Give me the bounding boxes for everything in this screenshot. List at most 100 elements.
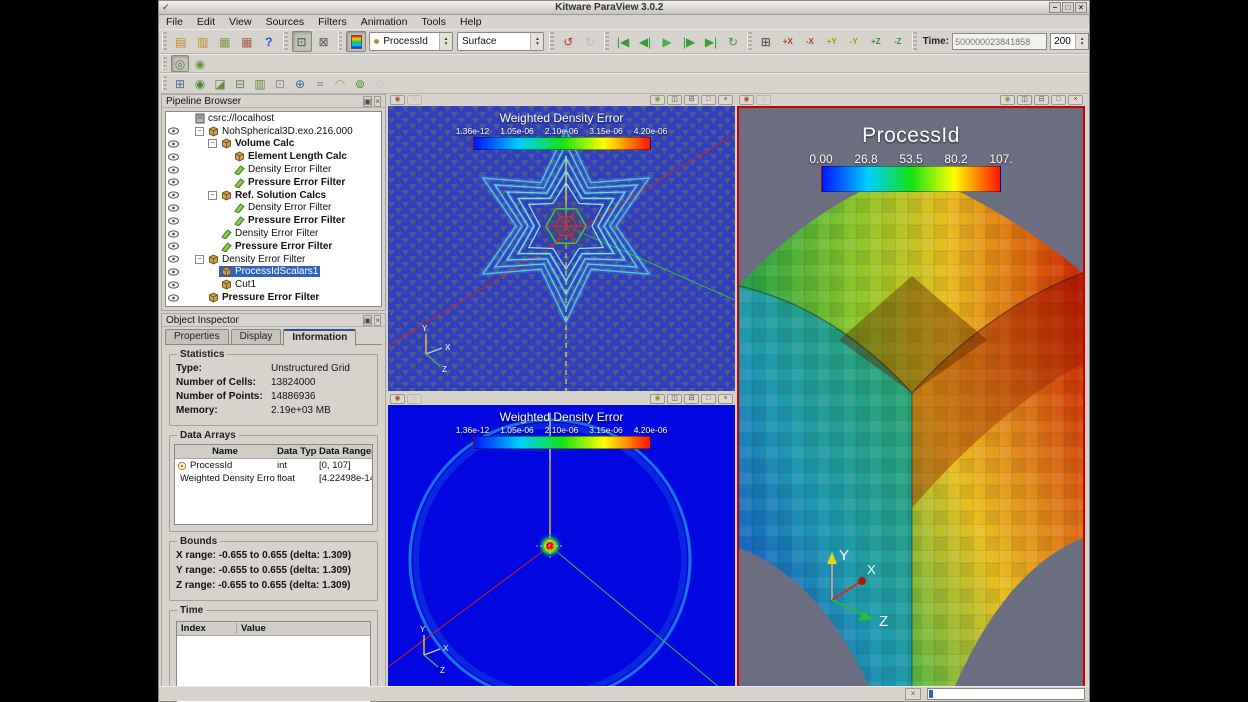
split-vertical-button[interactable]: ⊟ [684,95,699,105]
pipeline-item-main[interactable]: Ref. Solution Calcs [219,190,328,201]
eye-icon[interactable] [168,140,179,148]
tab-properties[interactable]: Properties [165,329,229,344]
menu-item-view[interactable]: View [222,16,259,29]
time-index-header[interactable]: Index [177,623,237,634]
pipeline-item-pressure-error-filter[interactable]: Pressure Error Filter [166,240,381,253]
eye-icon[interactable] [168,242,179,250]
visibility-cell[interactable] [166,281,180,289]
open-file-button[interactable]: ▤ [171,31,191,52]
toolbar-handle[interactable] [912,32,917,50]
visibility-cell[interactable] [166,191,180,199]
redo-button[interactable]: ↻ [580,31,600,52]
eye-icon[interactable] [168,217,179,225]
split-horizontal-button[interactable]: ◫ [1017,95,1032,105]
pipeline-item-density-error-filter[interactable]: −Density Error Filter [166,253,381,266]
select-cells-button[interactable]: ⊡ [292,31,312,52]
pipeline-item-main[interactable]: Pressure Error Filter [232,177,347,188]
split-horizontal-button[interactable]: ◫ [667,95,682,105]
data-arrays-table[interactable]: NameData TypeData RangesProcessIdint[0, … [174,444,373,525]
toolbar-handle[interactable] [162,76,167,91]
window-menu-icon[interactable]: ✓ [162,2,170,13]
camera-link-button[interactable]: ◎ [407,95,422,105]
toolbar-handle[interactable] [162,57,167,71]
close-dock-button[interactable]: × [374,96,381,107]
cancel-progress-button[interactable]: × [905,688,921,700]
color-legend-right[interactable]: ProcessId 0.0026.853.580.2107. [821,124,1001,192]
toolbar-handle[interactable] [604,32,609,50]
pick-center-button[interactable]: ◉ [191,55,209,72]
column-header-data-ranges[interactable]: Data Ranges [317,446,372,457]
window-maximize-button[interactable]: □ [1062,2,1074,13]
camera-link-button[interactable]: ◎ [407,394,422,404]
toolbar-handle[interactable] [747,32,752,50]
visibility-cell[interactable] [166,153,180,161]
tree-expander-icon[interactable]: − [195,255,204,264]
tree-expander-icon[interactable]: − [208,139,217,148]
eye-icon[interactable] [168,268,179,276]
maximize-view-button[interactable]: □ [701,95,716,105]
contour-filter-button[interactable]: ◉ [191,75,209,92]
frame-spinner-value[interactable] [1051,34,1075,49]
color-legend-bottom[interactable]: Weighted Density Error 1.36e-121.05e-062… [473,410,651,449]
maximize-view-button[interactable]: □ [1051,95,1066,105]
show-center-axes-button[interactable]: ◎ [171,55,189,72]
vcr-loop-button[interactable]: ↻ [723,31,743,52]
undock-button[interactable]: ▣ [363,96,373,107]
dropdown-arrows-icon[interactable]: ▴▾ [530,33,543,50]
visibility-cell[interactable] [166,166,180,174]
camera-button[interactable]: ◉ [1000,95,1015,105]
load-state-button[interactable]: ▥ [193,31,213,52]
data-array-row-weighted-density-error[interactable]: Weighted Density Errorfloat[4.22498e-14,… [175,472,372,485]
toolbar-handle[interactable] [338,32,343,50]
spinner-arrows-icon[interactable]: ▴▾ [1075,34,1088,49]
dropdown-arrows-icon[interactable]: ▴▾ [439,33,452,50]
menu-item-animation[interactable]: Animation [354,16,415,29]
time-value-field[interactable] [952,33,1047,50]
pipeline-item-density-error-filter[interactable]: Density Error Filter [166,227,381,240]
eye-icon[interactable] [168,281,179,289]
extract-subset-filter-button[interactable]: ⊡ [271,75,289,92]
pipeline-item-pressure-error-filter[interactable]: Pressure Error Filter [166,214,381,227]
pipeline-item-processidscalars1[interactable]: ProcessIdScalars1 [166,266,381,279]
menu-item-file[interactable]: File [159,16,190,29]
pipeline-item-main[interactable]: csrc://localhost [193,113,276,124]
color-by-dropdown[interactable]: ProcessId▴▾ [369,32,453,51]
pipeline-item-pressure-error-filter[interactable]: Pressure Error Filter [166,291,381,304]
pipeline-item-csrc-localhost[interactable]: csrc://localhost [166,112,381,125]
representation-dropdown[interactable]: Surface▴▾ [457,32,544,51]
camera-button[interactable]: ◉ [650,394,665,404]
pipeline-browser-titlebar[interactable]: Pipeline Browser ▣× [162,95,385,108]
visibility-cell[interactable] [166,217,180,225]
camera-plus-x-button[interactable]: +X [778,31,798,52]
eye-icon[interactable] [168,294,179,302]
split-vertical-button[interactable]: ⊟ [684,394,699,404]
tree-expander-icon[interactable]: − [195,127,204,136]
pipeline-item-volume-calc[interactable]: −Volume Calc [166,138,381,151]
render-view-top-viewport[interactable]: Y X Z Weighted Density Error 1.36e-121.0… [388,106,735,391]
pipeline-item-main[interactable]: Density Error Filter [232,202,333,213]
column-header-name[interactable]: Name [175,446,275,457]
undock-button[interactable]: ▣ [363,315,373,326]
menu-item-sources[interactable]: Sources [259,16,312,29]
toolbar-handle[interactable] [283,32,288,50]
menu-item-filters[interactable]: Filters [311,16,354,29]
visibility-cell[interactable] [166,255,180,263]
visibility-cell[interactable] [166,294,180,302]
glyph-filter-button[interactable]: ⊕ [291,75,309,92]
eye-icon[interactable] [168,153,179,161]
camera-minus-z-button[interactable]: -Z [888,31,908,52]
close-view-button[interactable]: × [718,394,733,404]
visibility-cell[interactable] [166,204,180,212]
column-header-data-type[interactable]: Data Type [275,446,317,457]
camera-plus-y-button[interactable]: +Y [822,31,842,52]
vcr-play-button[interactable]: ▶ [657,31,677,52]
slice-filter-button[interactable]: ⊟ [231,75,249,92]
calculator-filter-button[interactable]: ⊞ [171,75,189,92]
visibility-cell[interactable] [166,127,180,135]
undo-button[interactable]: ↺ [558,31,578,52]
camera-minus-y-button[interactable]: -Y [844,31,864,52]
pipeline-item-main[interactable]: Density Error Filter [232,164,333,175]
pipeline-item-main[interactable]: Density Error Filter [206,254,307,265]
interaction-mode-button[interactable]: ◉ [390,95,405,105]
camera-button[interactable]: ◉ [650,95,665,105]
